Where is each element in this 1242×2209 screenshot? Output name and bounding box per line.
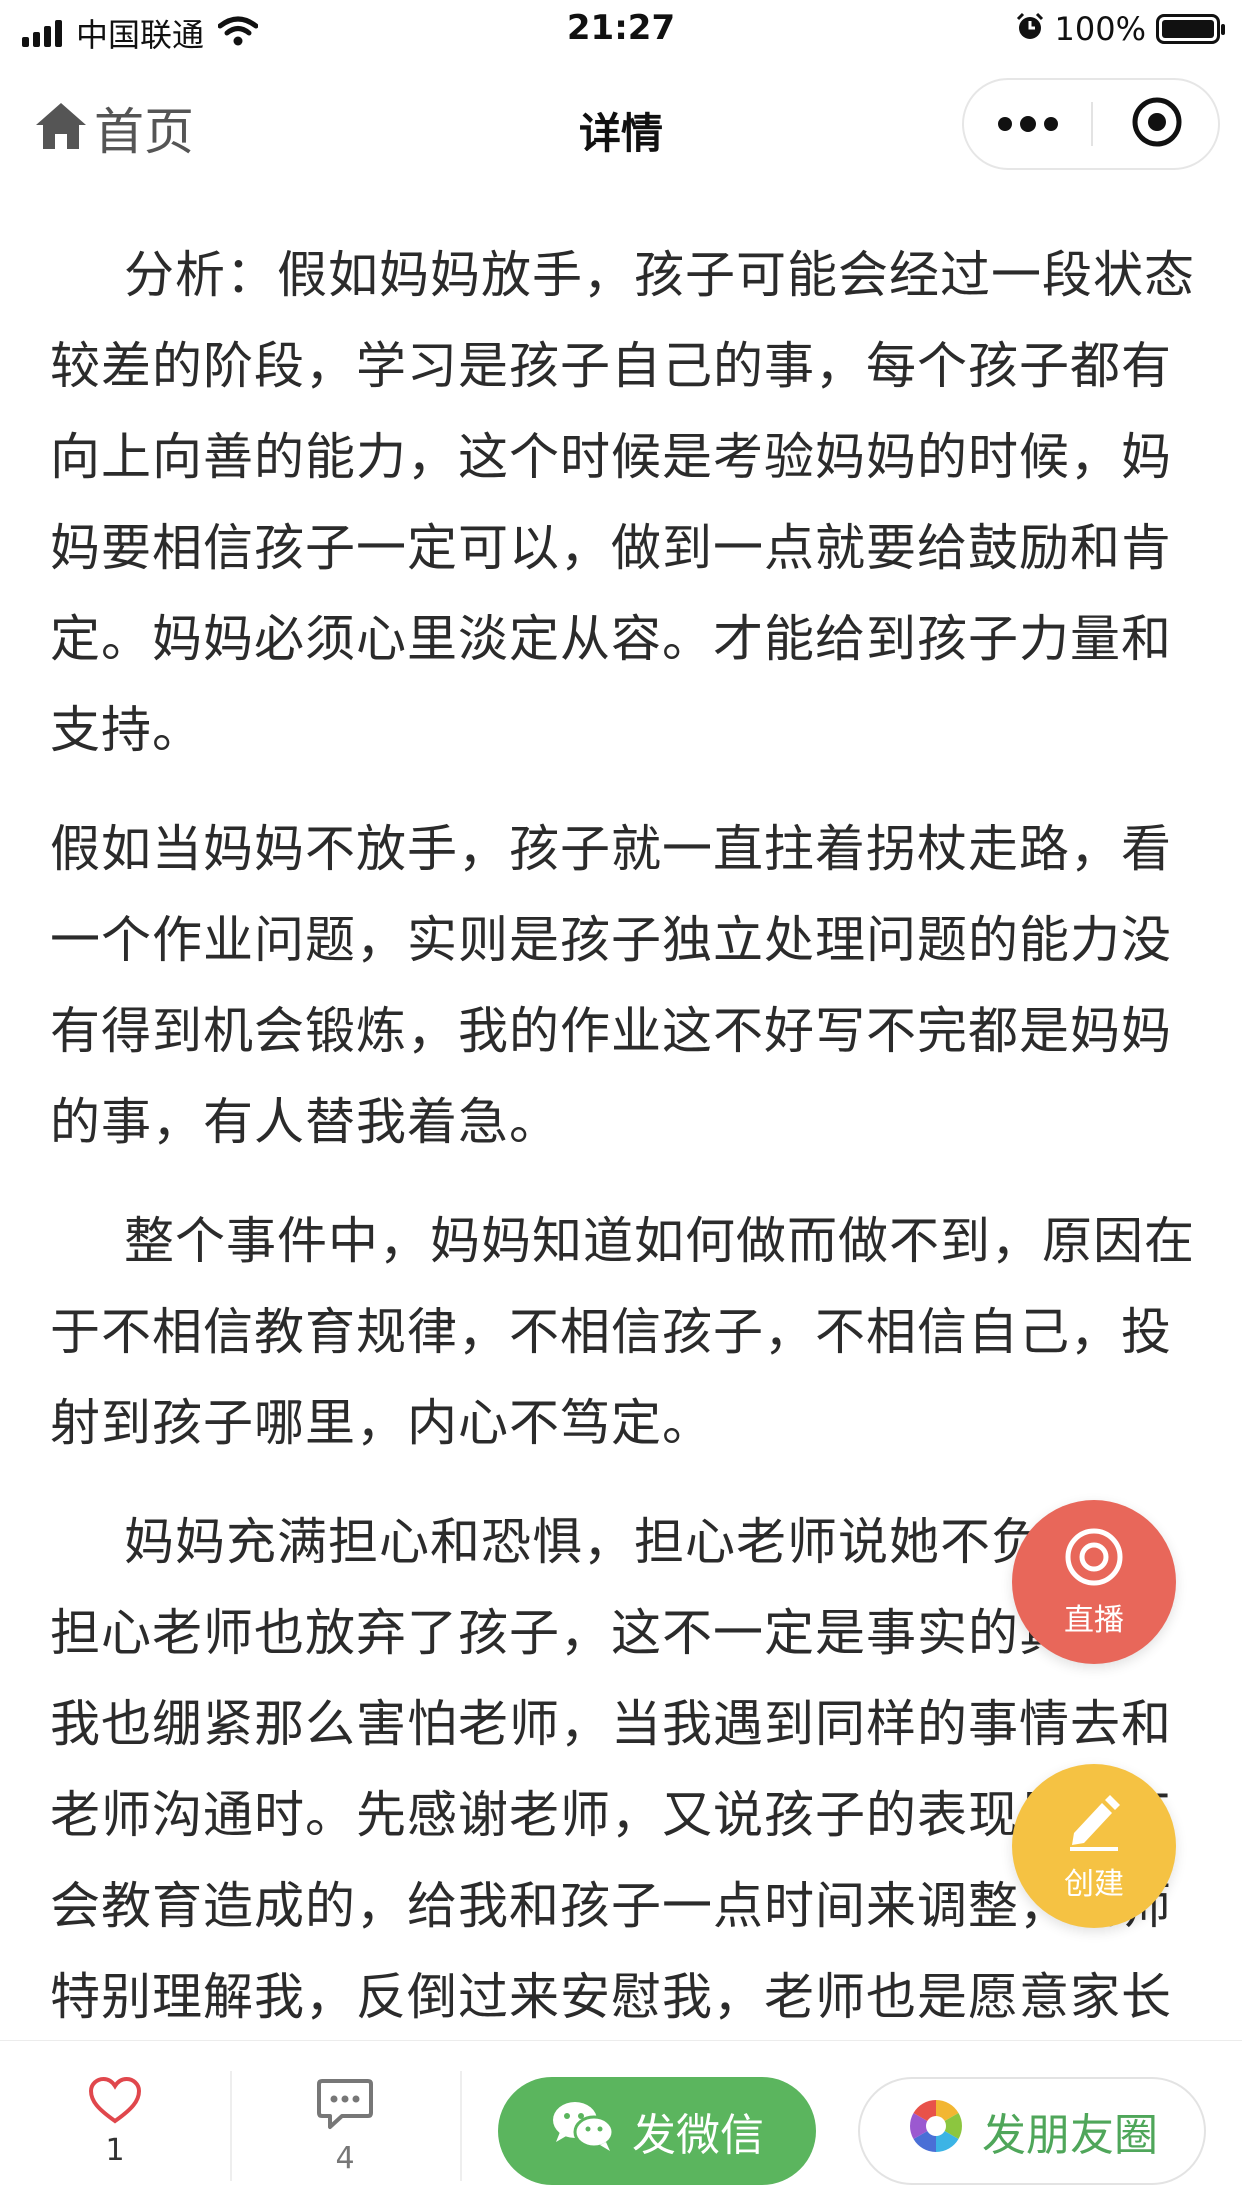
article-paragraph: 假如当妈妈不放手，孩子就一直拄着拐杖走路，看一个作业问题，实则是孩子独立处理问题… xyxy=(50,820,1172,1151)
target-icon xyxy=(1130,95,1184,153)
share-moments-button[interactable]: 发朋友圈 xyxy=(858,2077,1206,2185)
miniapp-capsule xyxy=(962,78,1220,170)
comment-button[interactable]: 4 xyxy=(270,2077,420,2176)
battery-percent: 100% xyxy=(1054,10,1146,48)
moments-icon xyxy=(906,2096,966,2167)
close-miniapp-button[interactable] xyxy=(1094,80,1220,168)
status-right: 100% xyxy=(1015,10,1225,48)
wechat-icon xyxy=(550,2098,616,2165)
comment-icon xyxy=(316,2079,374,2137)
bottom-action-bar: 1 4 发微信 发朋友圈 xyxy=(0,2040,1242,2209)
more-button[interactable] xyxy=(964,80,1092,168)
article-paragraph: 整个事件中，妈妈知道如何做而做不到，原因在于不相信教育规律，不相信孩子，不相信自… xyxy=(50,1212,1195,1452)
live-label: 直播 xyxy=(1064,1603,1124,1638)
capsule-divider xyxy=(1091,102,1093,146)
article-paragraph: 分析：假如妈妈放手，孩子可能会经过一段状态较差的阶段，学习是孩子自己的事，每个孩… xyxy=(50,246,1195,759)
like-button[interactable]: 1 xyxy=(40,2076,190,2168)
create-label: 创建 xyxy=(1064,1867,1124,1902)
battery-icon xyxy=(1156,14,1225,44)
share-wechat-button[interactable]: 发微信 xyxy=(498,2077,816,2185)
nav-bar: 首页 详情 xyxy=(0,62,1242,190)
divider xyxy=(230,2071,232,2181)
share-wechat-label: 发微信 xyxy=(632,2110,764,2161)
status-bar: 中国联通 21:27 100% xyxy=(0,0,1242,62)
live-button[interactable]: 直播 xyxy=(1012,1500,1176,1664)
divider xyxy=(460,2071,462,2181)
live-icon xyxy=(1062,1525,1126,1593)
alarm-icon xyxy=(1015,12,1045,46)
like-count: 1 xyxy=(105,2133,125,2168)
comment-count: 4 xyxy=(335,2141,355,2176)
pencil-icon xyxy=(1062,1789,1126,1857)
create-button[interactable]: 创建 xyxy=(1012,1764,1176,1928)
share-moments-label: 发朋友圈 xyxy=(982,2110,1158,2161)
heart-icon xyxy=(88,2076,142,2129)
